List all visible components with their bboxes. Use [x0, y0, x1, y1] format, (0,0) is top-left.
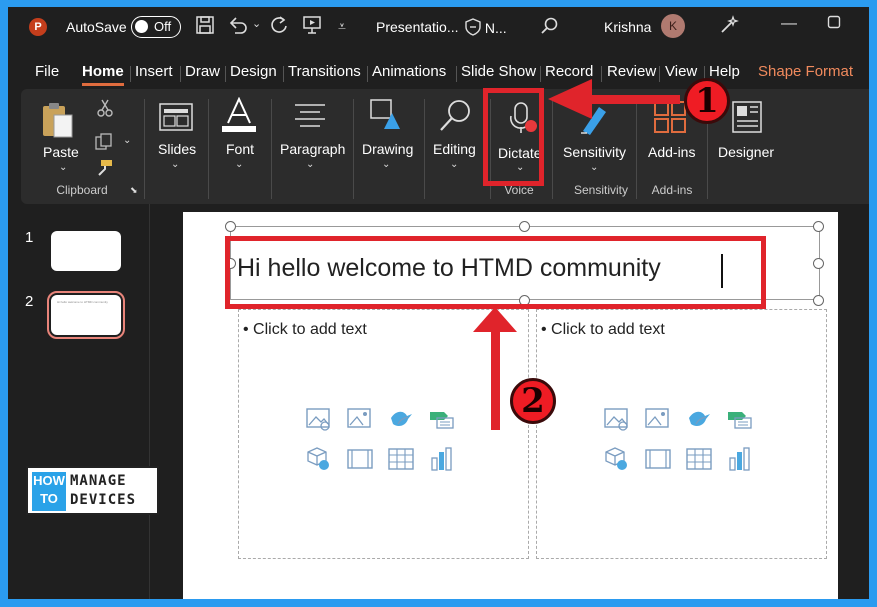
logo-text: DEVICES [70, 492, 137, 508]
logo-left-block: HOW TO [32, 472, 66, 511]
step-badge-1: 1 [684, 78, 730, 124]
arrow-to-dictate [548, 79, 680, 119]
logo-text: HOW [33, 473, 65, 488]
logo-text: MANAGE [70, 473, 127, 489]
step-badge-2: 2 [510, 378, 556, 424]
arrow-to-title [473, 307, 517, 430]
htmd-logo: HOW TO MANAGE DEVICES [26, 466, 159, 515]
logo-right-block: MANAGE DEVICES [70, 472, 136, 510]
annotation-arrows [473, 79, 680, 430]
logo-text: TO [40, 491, 58, 506]
